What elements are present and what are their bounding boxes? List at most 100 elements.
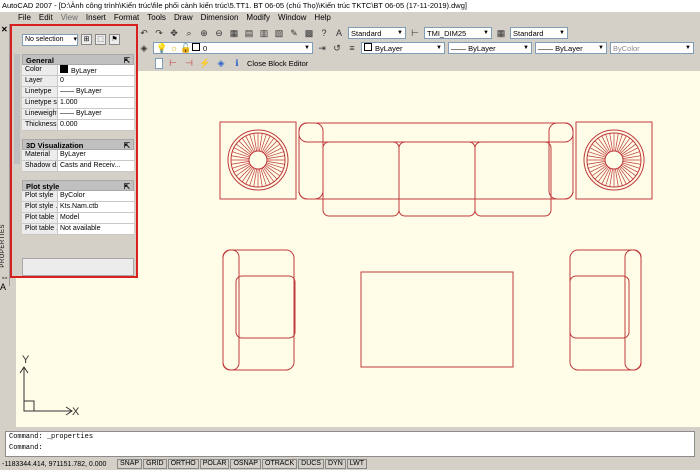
ducs-toggle[interactable]: DUCS bbox=[298, 459, 324, 469]
select-objects-icon[interactable]: ⬚ bbox=[95, 34, 106, 45]
layer-previous-icon[interactable]: ↺ bbox=[331, 42, 343, 54]
lineweight-select[interactable]: —— ByLayer ▼ bbox=[535, 42, 607, 54]
color-select[interactable]: ByLayer ▼ bbox=[361, 42, 445, 54]
command-prompt[interactable]: Command: bbox=[9, 443, 694, 454]
general-header[interactable]: General ⇱ bbox=[22, 54, 134, 65]
sofa bbox=[298, 122, 574, 217]
attribute-icon[interactable]: ◈ bbox=[215, 58, 227, 70]
otrack-toggle[interactable]: OTRACK bbox=[261, 459, 298, 469]
property-row[interactable]: Plot table ...Not available bbox=[22, 224, 134, 235]
ortho-toggle[interactable]: ORTHO bbox=[167, 459, 199, 469]
property-row[interactable]: Layer 0 bbox=[22, 76, 134, 87]
block-name-field[interactable] bbox=[155, 58, 163, 69]
polar-toggle[interactable]: POLAR bbox=[199, 459, 230, 469]
property-row[interactable]: Plot style ByColor bbox=[22, 191, 134, 202]
viz-header[interactable]: 3D Visualization ⇱ bbox=[22, 139, 134, 150]
menu-insert[interactable]: Insert bbox=[82, 12, 110, 24]
layer-select[interactable]: 💡 ☼ 🔓 0 ▼ bbox=[153, 42, 313, 54]
info-icon[interactable]: ℹ bbox=[231, 58, 243, 70]
property-row[interactable]: Lineweight —— ByLayer bbox=[22, 109, 134, 120]
zoom-realtime-icon[interactable]: ⌕ bbox=[183, 27, 195, 39]
action-icon[interactable]: ⚡ bbox=[199, 58, 211, 70]
properties-icon[interactable]: ▦ bbox=[228, 27, 240, 39]
menu-dimension[interactable]: Dimension bbox=[197, 12, 243, 24]
collapse-icon[interactable]: ⇱ bbox=[124, 55, 130, 65]
window-title: AutoCAD 2007 - [D:\Ảnh công trình\Kiến t… bbox=[0, 0, 700, 12]
zoom-previous-icon[interactable]: ⊖ bbox=[213, 27, 225, 39]
design-center-icon[interactable]: ▤ bbox=[243, 27, 255, 39]
selection-select[interactable]: No selection ▾ bbox=[22, 34, 78, 46]
help-icon[interactable]: ? bbox=[318, 27, 330, 39]
palette-scrollbar[interactable] bbox=[14, 54, 20, 164]
linetype-select[interactable]: —— ByLayer ▼ bbox=[448, 42, 532, 54]
collapse-icon[interactable]: ⇱ bbox=[124, 140, 130, 150]
resize-icon[interactable]: ⇔ bbox=[0, 272, 10, 282]
table-style-select[interactable]: Standard ▼ bbox=[510, 27, 568, 39]
property-row[interactable]: Color ByLayer bbox=[22, 65, 134, 76]
description-panel bbox=[22, 258, 134, 276]
tool-palettes-icon[interactable]: ▥ bbox=[258, 27, 270, 39]
close-block-editor-button[interactable]: Close Block Editor bbox=[247, 59, 308, 68]
chevron-down-icon: ▼ bbox=[483, 30, 489, 36]
pan-icon[interactable]: ✥ bbox=[168, 27, 180, 39]
table-style-icon: ▦ bbox=[496, 27, 506, 38]
grid-toggle[interactable]: GRID bbox=[143, 459, 167, 469]
menu-edit[interactable]: Edit bbox=[35, 12, 57, 24]
dim-style-select[interactable]: TMI_DIM25 ▼ bbox=[424, 27, 492, 39]
zoom-window-icon[interactable]: ⊕ bbox=[198, 27, 210, 39]
chevron-down-icon: ▼ bbox=[559, 30, 565, 36]
status-bar: -1183344.414, 971151.782, 0.000 SNAP GRI… bbox=[0, 458, 700, 470]
plotstyle-select[interactable]: ByColor ▼ bbox=[610, 42, 694, 54]
quick-select-icon[interactable]: ⚑ bbox=[109, 34, 120, 45]
markup-icon[interactable]: ✎ bbox=[288, 27, 300, 39]
text-style-select[interactable]: Standard ▼ bbox=[348, 27, 406, 39]
left-mini-tools: ⇔ A bbox=[0, 272, 10, 292]
collapse-icon[interactable]: ⇱ bbox=[124, 181, 130, 191]
layers-toolbar: ◈ 💡 ☼ 🔓 0 ▼ ⇥ ↺ ≡ ByLayer ▼ —— ByLayer ▼ —— B… bbox=[138, 39, 700, 57]
menu-tools[interactable]: Tools bbox=[143, 12, 170, 24]
plot-header[interactable]: Plot style ⇱ bbox=[22, 180, 134, 191]
palette-vertical-title: PROPERTIES bbox=[0, 224, 6, 268]
menu-bar: File Edit View Insert Format Tools Draw … bbox=[0, 12, 700, 24]
menu-file[interactable]: File bbox=[14, 12, 35, 24]
close-icon[interactable]: ✕ bbox=[1, 25, 8, 34]
left-armchair bbox=[222, 249, 296, 371]
right-armchair bbox=[569, 249, 642, 371]
command-window[interactable]: Command: _properties Command: bbox=[5, 431, 695, 457]
viz-section: 3D Visualization ⇱ Material ByLayer Shadow… bbox=[22, 139, 134, 172]
layer-manager-icon[interactable]: ◈ bbox=[138, 42, 150, 54]
lwt-toggle[interactable]: LWT bbox=[346, 459, 368, 469]
toggle-pickadd-icon[interactable]: ⊞ bbox=[81, 34, 92, 45]
undo-icon[interactable]: ↶ bbox=[138, 27, 150, 39]
menu-format[interactable]: Format bbox=[110, 12, 143, 24]
chevron-down-icon: ▼ bbox=[523, 45, 529, 51]
snap-toggle[interactable]: SNAP bbox=[117, 459, 143, 469]
palette-title-bar[interactable]: ✕ PROPERTIES bbox=[0, 24, 10, 286]
dyn-toggle[interactable]: DYN bbox=[324, 459, 346, 469]
menu-modify[interactable]: Modify bbox=[242, 12, 274, 24]
block-authoring-icon[interactable]: ⊢ bbox=[167, 58, 179, 70]
layer-states-icon[interactable]: ≡ bbox=[346, 42, 358, 54]
ucs-icon bbox=[19, 366, 73, 416]
property-row[interactable]: Material ByLayer bbox=[22, 150, 134, 161]
menu-window[interactable]: Window bbox=[274, 12, 310, 24]
redo-icon[interactable]: ↷ bbox=[153, 27, 165, 39]
ucs-y-label: Y bbox=[22, 354, 30, 366]
parameter-icon[interactable]: ⊣ bbox=[183, 58, 195, 70]
coordinate-readout[interactable]: -1183344.414, 971151.782, 0.000 bbox=[2, 461, 116, 468]
make-current-layer-icon[interactable]: ⇥ bbox=[316, 42, 328, 54]
menu-help[interactable]: Help bbox=[310, 12, 334, 24]
property-row[interactable]: Linetype s...1.000 bbox=[22, 98, 134, 109]
osnap-toggle[interactable]: OSNAP bbox=[230, 459, 261, 469]
text-icon[interactable]: A bbox=[0, 282, 10, 292]
property-row[interactable]: Linetype —— ByLayer bbox=[22, 87, 134, 98]
menu-draw[interactable]: Draw bbox=[170, 12, 197, 24]
property-row[interactable]: Thickness 0.000 bbox=[22, 120, 134, 131]
menu-view[interactable]: View bbox=[57, 12, 82, 24]
chevron-down-icon: ▼ bbox=[397, 30, 403, 36]
sheet-set-icon[interactable]: ▧ bbox=[273, 27, 285, 39]
property-row[interactable]: Plot table ...Model bbox=[22, 213, 134, 224]
property-row[interactable]: Shadow d...Casts and Receiv... bbox=[22, 161, 134, 172]
property-row[interactable]: Plot style ... Kts.Nam.ctb bbox=[22, 202, 134, 213]
calculator-icon[interactable]: ▩ bbox=[303, 27, 315, 39]
